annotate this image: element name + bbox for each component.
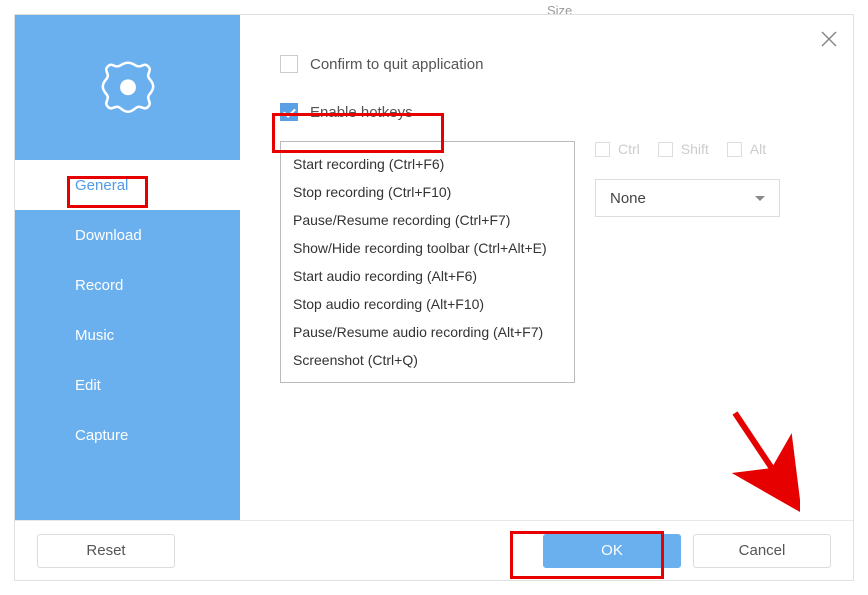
confirm-quit-checkbox[interactable] bbox=[280, 55, 298, 73]
key-select-value: None bbox=[610, 190, 646, 207]
settings-dialog: General Download Record Music Edit Captu… bbox=[14, 14, 854, 581]
cancel-button[interactable]: Cancel bbox=[693, 534, 831, 568]
gear-icon bbox=[92, 52, 164, 124]
sidebar-item-label: General bbox=[75, 177, 128, 194]
sidebar-item-capture[interactable]: Capture bbox=[15, 410, 240, 460]
enable-hotkeys-label: Enable hotkeys bbox=[310, 104, 413, 121]
hotkey-item[interactable]: Pause/Resume audio recording (Alt+F7) bbox=[281, 318, 574, 346]
hotkey-item[interactable]: Start audio recording (Alt+F6) bbox=[281, 262, 574, 290]
enable-hotkeys-checkbox[interactable] bbox=[280, 103, 298, 121]
sidebar-item-general[interactable]: General bbox=[15, 160, 240, 210]
annotation-arrow bbox=[520, 393, 800, 523]
sidebar-item-music[interactable]: Music bbox=[15, 310, 240, 360]
sidebar-item-download[interactable]: Download bbox=[15, 210, 240, 260]
alt-modifier[interactable]: Alt bbox=[727, 141, 766, 157]
dialog-body: General Download Record Music Edit Captu… bbox=[15, 15, 853, 520]
sidebar-item-label: Record bbox=[75, 277, 123, 294]
sidebar: General Download Record Music Edit Captu… bbox=[15, 15, 240, 520]
hotkey-item[interactable]: Stop audio recording (Alt+F10) bbox=[281, 290, 574, 318]
confirm-quit-row: Confirm to quit application bbox=[280, 55, 833, 73]
close-button[interactable] bbox=[819, 29, 839, 49]
sidebar-items: General Download Record Music Edit Captu… bbox=[15, 160, 240, 520]
ctrl-modifier[interactable]: Ctrl bbox=[595, 141, 640, 157]
alt-label: Alt bbox=[750, 141, 766, 157]
sidebar-item-record[interactable]: Record bbox=[15, 260, 240, 310]
shift-checkbox[interactable] bbox=[658, 142, 673, 157]
enable-hotkeys-row: Enable hotkeys bbox=[280, 103, 833, 121]
shift-label: Shift bbox=[681, 141, 709, 157]
reset-button[interactable]: Reset bbox=[37, 534, 175, 568]
key-select-dropdown[interactable]: None bbox=[595, 179, 780, 217]
hotkey-item[interactable]: Screenshot (Ctrl+Q) bbox=[281, 346, 574, 374]
hotkey-item[interactable]: Show/Hide recording toolbar (Ctrl+Alt+E) bbox=[281, 234, 574, 262]
hotkey-item[interactable]: Pause/Resume recording (Ctrl+F7) bbox=[281, 206, 574, 234]
ok-button[interactable]: OK bbox=[543, 534, 681, 568]
ctrl-label: Ctrl bbox=[618, 141, 640, 157]
modifier-column: Ctrl Shift Alt None bbox=[595, 141, 833, 217]
ctrl-checkbox[interactable] bbox=[595, 142, 610, 157]
sidebar-header bbox=[15, 15, 240, 160]
shift-modifier[interactable]: Shift bbox=[658, 141, 709, 157]
confirm-quit-label: Confirm to quit application bbox=[310, 56, 483, 73]
hotkey-item[interactable]: Stop recording (Ctrl+F10) bbox=[281, 178, 574, 206]
chevron-down-icon bbox=[755, 196, 765, 201]
sidebar-item-label: Capture bbox=[75, 427, 128, 444]
hotkey-section: Start recording (Ctrl+F6) Stop recording… bbox=[280, 141, 833, 383]
dialog-footer: Reset OK Cancel bbox=[15, 520, 853, 580]
close-icon bbox=[819, 29, 839, 49]
sidebar-item-edit[interactable]: Edit bbox=[15, 360, 240, 410]
hotkey-item[interactable]: Start recording (Ctrl+F6) bbox=[281, 150, 574, 178]
sidebar-item-label: Edit bbox=[75, 377, 101, 394]
modifier-row: Ctrl Shift Alt bbox=[595, 141, 833, 157]
hotkey-list[interactable]: Start recording (Ctrl+F6) Stop recording… bbox=[280, 141, 575, 383]
content-pane: Confirm to quit application Enable hotke… bbox=[240, 15, 853, 520]
sidebar-item-label: Music bbox=[75, 327, 114, 344]
sidebar-item-label: Download bbox=[75, 227, 142, 244]
alt-checkbox[interactable] bbox=[727, 142, 742, 157]
